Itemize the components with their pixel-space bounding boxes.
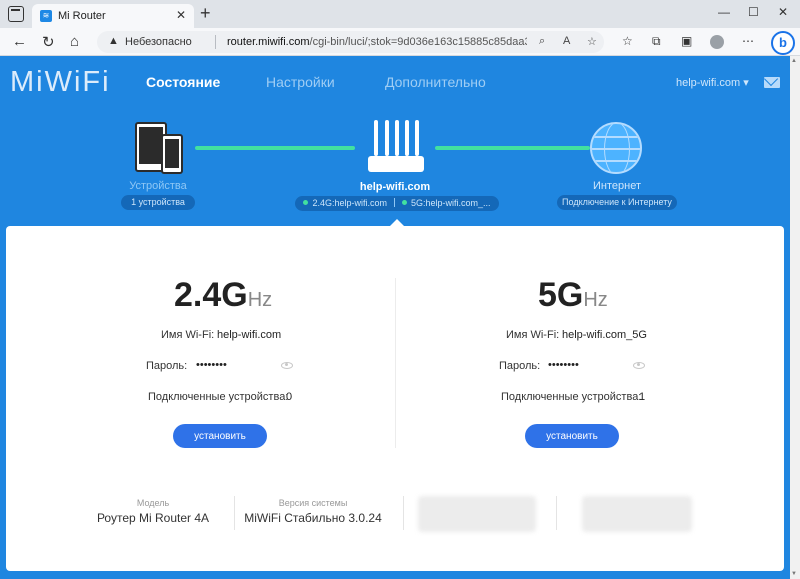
phone-shape xyxy=(161,134,183,174)
extensions-icon[interactable]: ▣ xyxy=(681,34,692,48)
devices-24-count: 0 xyxy=(286,391,293,403)
scroll-up-icon[interactable]: ▲ xyxy=(791,58,797,64)
band-24-unit: Hz xyxy=(247,289,273,311)
antenna xyxy=(395,120,399,156)
url-text[interactable]: router.miwifi.com/cgi-bin/luci/;stok=9d0… xyxy=(227,36,527,48)
router-icon xyxy=(368,120,424,176)
eye-icon[interactable] xyxy=(281,362,293,369)
set-24-button[interactable]: установить xyxy=(173,424,267,448)
router-name: help-wifi.com xyxy=(359,181,431,193)
ssid-24-field-label: Имя Wi-Fi: xyxy=(161,329,215,341)
tab-title: Mi Router xyxy=(58,10,106,22)
eye-icon[interactable] xyxy=(633,362,645,369)
bing-icon[interactable]: b xyxy=(771,31,795,55)
nav-settings[interactable]: Настройки xyxy=(266,74,335,90)
warning-icon[interactable]: ▲ xyxy=(108,35,119,47)
ssid-24-status-dot xyxy=(303,200,309,205)
ssid-24-label: 2.4G:help-wifi.com xyxy=(312,198,387,208)
band-5-title: 5GHz xyxy=(538,276,608,315)
ssid-24-value: help-wifi.com xyxy=(217,329,282,341)
back-icon[interactable]: ← xyxy=(12,33,27,50)
column-divider xyxy=(395,278,396,448)
router-page: MiWiFi Состояние Настройки Дополнительно… xyxy=(0,56,800,579)
antenna xyxy=(405,120,409,156)
wifi-card: 2.4GHz Имя Wi-Fi: help-wifi.com Пароль: … xyxy=(6,226,784,571)
search-icon[interactable]: ⌕ xyxy=(539,35,545,48)
password-24-value: •••••••• xyxy=(196,359,227,371)
url-path: /cgi-bin/luci/;stok=9d036e163c15885c85da… xyxy=(309,36,527,48)
browser-tab[interactable]: ≋ Mi Router ✕ xyxy=(32,4,194,28)
reload-icon[interactable]: ↻ xyxy=(42,33,55,51)
account-menu[interactable]: help-wifi.com ▾ xyxy=(676,76,749,89)
page-scrollbar[interactable]: ▲ ▼ xyxy=(790,56,800,579)
internet-link-line xyxy=(435,146,590,150)
password-5-label: Пароль: xyxy=(499,360,541,372)
password-5-value: •••••••• xyxy=(548,359,579,371)
nav-advanced[interactable]: Дополнительно xyxy=(385,74,486,90)
address-bar[interactable]: ▲ Небезопасно router.miwifi.com/cgi-bin/… xyxy=(97,31,604,53)
internet-status-badge[interactable]: Подключение к Интернету xyxy=(557,195,677,210)
home-icon[interactable]: ⌂ xyxy=(70,33,79,50)
miwifi-logo: MiWiFi xyxy=(10,66,111,98)
info-divider xyxy=(556,496,557,530)
set-5-button[interactable]: установить xyxy=(525,424,619,448)
devices-5-count: 1 xyxy=(639,391,646,403)
blurred-info xyxy=(418,496,536,532)
ssid-separator xyxy=(394,198,395,207)
devices-label[interactable]: Устройства xyxy=(118,180,198,192)
tab-close-icon[interactable]: ✕ xyxy=(176,8,186,22)
ssid-5-label: 5G:help-wifi.com_... xyxy=(411,198,491,208)
collections-icon[interactable]: ⧉ xyxy=(652,34,661,49)
devices-count-badge[interactable]: 1 устройства xyxy=(121,195,195,210)
window-close-icon[interactable]: ✕ xyxy=(778,5,788,19)
band-24-title: 2.4GHz xyxy=(174,276,272,315)
ssid-5-value: help-wifi.com_5G xyxy=(562,329,647,341)
model-label: Модель xyxy=(136,498,170,508)
ssid-badge[interactable]: 2.4G:help-wifi.com 5G:help-wifi.com_... xyxy=(295,196,499,211)
blurred-info xyxy=(582,496,692,532)
info-divider xyxy=(403,496,404,530)
info-divider xyxy=(234,496,235,530)
minimize-icon[interactable]: — xyxy=(718,5,730,19)
ssid-5-status-dot xyxy=(402,200,407,205)
version-label: Версия системы xyxy=(278,498,348,508)
version-value: MiWiFi Стабильно 3.0.24 xyxy=(244,511,382,525)
insecure-label[interactable]: Небезопасно xyxy=(125,36,192,48)
password-24-label: Пароль: xyxy=(146,360,188,372)
new-tab-icon[interactable]: + xyxy=(200,3,211,24)
chevron-down-icon: ▾ xyxy=(743,77,749,89)
globe-icon[interactable] xyxy=(590,122,642,174)
favorites-add-icon[interactable]: ☆ xyxy=(587,35,597,48)
model-value: Роутер Mi Router 4A xyxy=(96,511,210,525)
browser-toolbar: ← ↻ ⌂ ▲ Небезопасно router.miwifi.com/cg… xyxy=(0,28,800,56)
devices-5-label: Подключенные устройства: xyxy=(501,391,642,403)
nav-status[interactable]: Состояние xyxy=(146,74,220,90)
profile-icon[interactable] xyxy=(710,35,724,49)
url-separator xyxy=(215,35,216,49)
mail-icon[interactable] xyxy=(764,77,780,88)
internet-label[interactable]: Интернет xyxy=(577,180,657,192)
read-aloud-icon[interactable]: A xyxy=(563,35,570,47)
band-24-value: 2.4G xyxy=(174,276,248,314)
devices-24-label: Подключенные устройства: xyxy=(148,391,289,403)
devices-link-line xyxy=(195,146,355,150)
devices-icon[interactable] xyxy=(135,122,183,174)
ssid-5-field-label: Имя Wi-Fi: xyxy=(506,329,560,341)
wifi-favicon-icon: ≋ xyxy=(40,10,52,22)
band-5-unit: Hz xyxy=(583,289,608,311)
antenna xyxy=(415,120,419,156)
browser-tab-bar: ≋ Mi Router ✕ + — ☐ ✕ xyxy=(0,0,800,28)
favorites-icon[interactable]: ☆ xyxy=(622,34,633,48)
maximize-icon[interactable]: ☐ xyxy=(748,5,759,19)
account-name: help-wifi.com xyxy=(676,77,741,89)
antenna xyxy=(374,120,378,156)
band-5-value: 5G xyxy=(538,276,584,314)
url-host: router.miwifi.com xyxy=(227,36,310,48)
more-icon[interactable]: ⋯ xyxy=(742,34,754,48)
router-body xyxy=(368,156,424,172)
antenna xyxy=(385,120,389,156)
scroll-down-icon[interactable]: ▼ xyxy=(791,571,797,577)
tab-actions-icon[interactable] xyxy=(8,6,24,22)
